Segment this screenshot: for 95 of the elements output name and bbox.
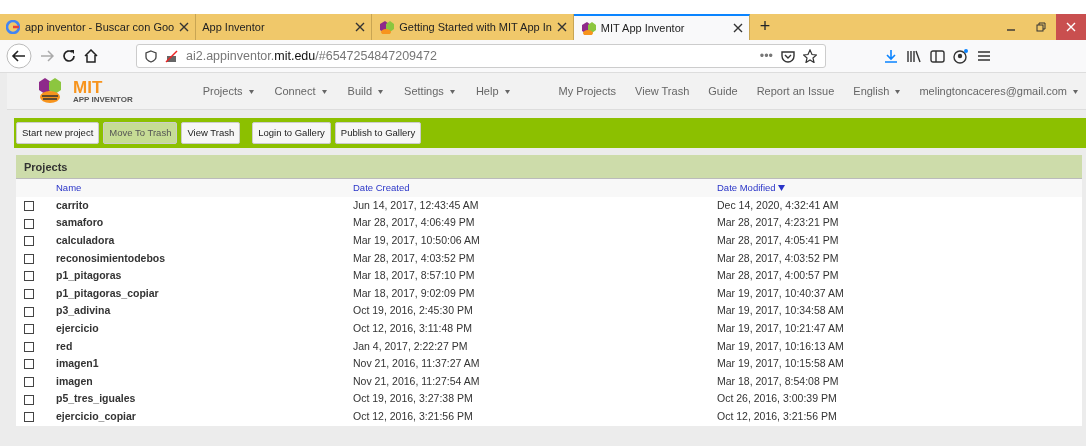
account-icon[interactable] (953, 48, 969, 64)
toolbar-button[interactable]: Publish to Gallery (334, 122, 422, 145)
date-cell: Mar 19, 2017, 10:15:58 AM (717, 357, 844, 370)
address-bar[interactable]: ai2.appinventor.mit.edu/#6547254847209472 ••• (136, 44, 826, 68)
browser-tab[interactable]: MIT App Inventor (573, 14, 750, 40)
nav-link[interactable]: My Projects (558, 82, 617, 100)
dropdown-menu-button[interactable]: Build (347, 82, 384, 100)
project-name: p1_pitagoras (56, 269, 122, 282)
checkbox[interactable] (24, 271, 34, 282)
date-cell: Mar 18, 2017, 8:57:10 PM (353, 269, 475, 282)
download-icon[interactable] (884, 49, 898, 63)
date-cell: Mar 28, 2017, 4:03:52 PM (717, 251, 839, 264)
date-cell: Mar 18, 2017, 9:02:09 PM (353, 286, 475, 299)
dropdown-menu-button[interactable]: Settings (404, 82, 455, 100)
date-cell: Oct 26, 2016, 3:00:39 PM (717, 392, 837, 405)
date-cell: Oct 12, 2016, 3:21:56 PM (717, 409, 837, 422)
home-icon[interactable] (84, 49, 98, 63)
project-name: samaforo (56, 216, 104, 229)
project-name: red (56, 339, 73, 352)
date-cell: Nov 21, 2016, 11:27:54 AM (353, 374, 480, 387)
checkbox[interactable] (24, 288, 34, 299)
toolbar-button[interactable]: View Trash (181, 122, 241, 145)
checkbox[interactable] (24, 236, 34, 247)
checkbox[interactable] (24, 218, 34, 229)
close-icon[interactable] (556, 22, 567, 32)
checkbox[interactable] (24, 201, 34, 211)
project-name: ejercicio (56, 321, 99, 334)
project-name: ejercicio_copiar (56, 409, 136, 422)
back-icon[interactable] (6, 43, 32, 69)
checkbox[interactable] (24, 341, 34, 352)
more-actions-button[interactable]: ••• (759, 46, 773, 66)
date-cell: Mar 19, 2017, 10:21:47 AM (717, 321, 844, 334)
reload-icon[interactable] (62, 49, 76, 63)
close-icon[interactable] (355, 22, 366, 32)
star-icon[interactable] (803, 49, 817, 63)
dropdown-menu-button[interactable]: melingtoncaceres@gmail.com (919, 82, 1078, 100)
shield-icon (145, 49, 157, 63)
toolbar-button[interactable]: Start new project (16, 122, 100, 145)
date-cell: Mar 28, 2017, 4:06:49 PM (353, 216, 475, 229)
date-cell: Oct 19, 2016, 2:45:30 PM (353, 304, 473, 317)
checkbox[interactable] (24, 394, 34, 405)
date-cell: Mar 28, 2017, 4:03:52 PM (353, 251, 475, 264)
checkbox[interactable] (24, 376, 34, 387)
project-name: carrito (56, 198, 89, 211)
date-cell: Mar 18, 2017, 8:54:08 PM (717, 374, 839, 387)
nav-link[interactable]: Guide (708, 82, 738, 100)
panel-title: Projects (16, 155, 1082, 180)
nav-link[interactable]: Report an Issue (756, 82, 835, 100)
date-cell: Mar 28, 2017, 4:00:57 PM (717, 269, 839, 282)
checkbox[interactable] (24, 306, 34, 317)
date-cell: Jun 14, 2017, 12:43:45 AM (353, 198, 479, 211)
project-name: calculadora (56, 233, 115, 246)
column-header[interactable]: Date Modified (717, 181, 776, 193)
date-cell: Oct 19, 2016, 3:27:38 PM (353, 392, 473, 405)
date-cell: Oct 12, 2016, 3:21:56 PM (353, 409, 473, 422)
logo-subtitle: APP INVENTOR (73, 95, 133, 104)
project-name: p1_pitagoras_copiar (56, 286, 159, 299)
checkbox[interactable] (24, 359, 34, 370)
date-cell: Mar 28, 2017, 4:23:21 PM (717, 216, 839, 229)
column-header[interactable]: Date Created (353, 181, 410, 193)
new-tab-button[interactable]: + (749, 14, 781, 40)
dropdown-menu-button[interactable]: English (853, 82, 901, 100)
project-name: p5_tres_iguales (56, 392, 136, 405)
nav-link[interactable]: View Trash (635, 82, 690, 100)
logo-title: MIT (73, 78, 104, 96)
project-name: imagen1 (56, 357, 99, 370)
dropdown-menu-button[interactable]: Projects (202, 82, 254, 100)
dropdown-menu-button[interactable]: Connect (274, 82, 327, 100)
restore-icon[interactable] (1036, 22, 1046, 32)
checkbox[interactable] (24, 324, 34, 335)
project-name: imagen (56, 374, 93, 387)
checkbox[interactable] (24, 253, 34, 264)
toolbar-button[interactable]: Login to Gallery (252, 122, 331, 145)
pocket-icon[interactable] (781, 49, 795, 63)
date-cell: Mar 19, 2017, 10:16:13 AM (717, 339, 844, 352)
lock-icon (165, 49, 178, 63)
date-cell: Nov 21, 2016, 11:37:27 AM (353, 357, 480, 370)
date-cell: Mar 19, 2017, 10:40:37 AM (717, 286, 844, 299)
checkbox[interactable] (24, 412, 34, 423)
date-cell: Mar 19, 2017, 10:34:58 AM (717, 304, 844, 317)
library-icon[interactable] (906, 49, 922, 63)
date-cell: Dec 14, 2020, 4:32:41 AM (717, 198, 839, 211)
google-icon (6, 20, 20, 34)
date-cell: Mar 19, 2017, 10:50:06 AM (353, 233, 480, 246)
menu-icon[interactable] (977, 50, 991, 62)
dropdown-menu-button[interactable]: Help (475, 82, 510, 100)
close-icon[interactable] (179, 22, 190, 32)
sidebar-icon[interactable] (930, 49, 945, 63)
column-header[interactable]: Name (56, 181, 82, 193)
project-name: p3_adivina (56, 304, 111, 317)
date-cell: Mar 28, 2017, 4:05:41 PM (717, 233, 839, 246)
close-icon[interactable] (732, 23, 743, 33)
date-cell: Jan 4, 2017, 2:22:27 PM (353, 339, 468, 352)
date-cell: Oct 12, 2016, 3:11:48 PM (353, 321, 472, 334)
project-name: reconosimientodebos (56, 251, 166, 264)
